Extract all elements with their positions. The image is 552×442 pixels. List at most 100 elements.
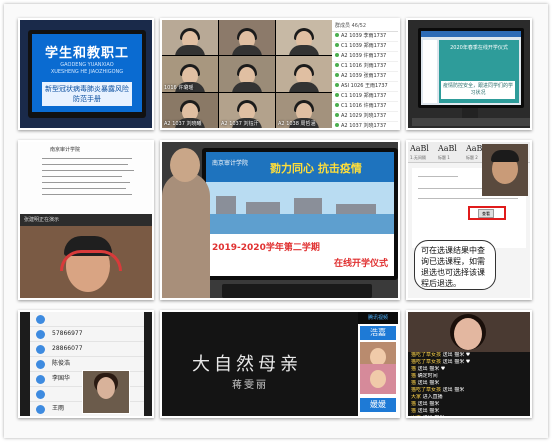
online-status-icon (335, 33, 339, 37)
avatar (36, 390, 45, 399)
participant-video[interactable]: A2 1038 周哲涵 (276, 92, 332, 128)
participant-video[interactable] (276, 56, 332, 92)
roster-item[interactable]: ASI 1026 王雨1737 (332, 82, 398, 92)
avatar (36, 375, 45, 384)
style-sample[interactable]: AaBl (410, 144, 429, 153)
chat-text: 送出 猫米 ♥ (442, 359, 471, 365)
contact-row[interactable]: 57866977 (30, 327, 144, 342)
text-line (42, 170, 134, 171)
roster-item-label: ASI 1026 王雨1737 (341, 83, 388, 89)
participant-video[interactable] (162, 20, 218, 56)
video-grid: 1016 许璐瑶 A2 1037 刘晓曦 A2 1037 刘钰汗 A2 1038 周哲… (162, 20, 332, 128)
keyboard (412, 118, 530, 126)
headphones-icon (60, 250, 122, 271)
roster-item[interactable]: C1 1016 许雨1737 (332, 102, 398, 112)
presenter-label: 张建明正在演示 (24, 217, 60, 223)
participant-caption: A2 1037 刘晓曦 (164, 120, 202, 127)
chat-sender: 猫吃了草女孩 (411, 359, 442, 365)
chat-message: 猫吃了草女孩 送出 猫米 (408, 387, 530, 394)
roster-item[interactable]: C1 1016 刘雨1737 (332, 62, 398, 72)
chat-text: 送出 猫米 (417, 408, 440, 414)
online-status-icon (335, 123, 339, 127)
pinyin-line-1: GAODENG YUANXIAO (60, 62, 114, 68)
tile-video-meeting: 1016 许璐瑶 A2 1037 刘晓曦 A2 1037 刘钰汗 A2 1038 周哲… (160, 18, 400, 130)
online-status-icon (335, 53, 339, 57)
participant-video[interactable] (219, 20, 275, 56)
tile-recitation: 大自然母亲 蒋雯丽 腾讯视频 浩嘉 媛媛 (160, 310, 400, 418)
powerpoint-window: 2020年春季在线开学仪式 疫情防控安全，跟进同学们的学习状况 (421, 31, 521, 105)
roster-item[interactable]: A2 1037 刘晓1737 (332, 122, 398, 128)
participant-video[interactable] (276, 20, 332, 56)
handbook-subtitle: 新型冠状病毒肺炎暴露风险防范手册 (42, 82, 132, 106)
chat-sender: 猫吃了草女孩 (411, 352, 442, 358)
online-status-icon (335, 83, 339, 87)
online-status-icon (335, 73, 339, 77)
presenter-bar: 张建明正在演示 (20, 214, 152, 226)
chat-text: 进入直播 (422, 394, 443, 400)
chat-message: 猫 送出 猫米 (408, 401, 530, 408)
contact-row[interactable] (30, 312, 144, 327)
participant-video[interactable]: A2 1037 刘晓曦 (162, 92, 218, 128)
monitor: 学生和教职工 GAODENG YUANXIAO XUESHENG HE JIAO… (28, 30, 146, 118)
chat-text: 送出 猫米 ♥ (417, 366, 446, 372)
contact-row[interactable]: 28866077 (30, 342, 144, 357)
chat-text: 送出 猫米 ♥ (442, 352, 471, 358)
torso (289, 81, 319, 92)
torso (232, 45, 262, 56)
roster-item-label: C1 1019 郑雨1737 (341, 93, 387, 99)
building (294, 198, 322, 214)
roster-item[interactable]: A2 1039 李雨1737 (332, 32, 398, 42)
text-line (42, 188, 126, 189)
text-line (42, 164, 128, 165)
text-line (42, 194, 132, 195)
roster-item-label: C1 1016 刘雨1737 (341, 63, 387, 69)
contact-name: 王雨 (52, 405, 65, 412)
chat-message: 猫吃了草女孩 送出 猫米 ♥ (408, 359, 530, 366)
style-label: 1.无间隔 (410, 155, 426, 160)
view-button[interactable]: 查看 (478, 209, 494, 218)
online-status-icon (335, 113, 339, 117)
chat-sender: 大家 (411, 394, 422, 400)
tile-phone-contacts: 57866977 28866077 陈俊浩 李国华 王雨 (18, 310, 154, 418)
roster-item-label: C1 1039 郑雨1737 (341, 43, 387, 49)
roster-item[interactable]: A2 1039 张雨1737 (332, 72, 398, 82)
handbook-slide: 学生和教职工 GAODENG YUANXIAO XUESHENG HE JIAO… (32, 34, 142, 112)
roster-item[interactable]: C1 1039 郑雨1737 (332, 42, 398, 52)
poem-author: 蒋雯丽 (232, 380, 268, 391)
monitor: 南京审计学院 勠力同心 抗击疫情 2019-2020学年第二学期 在线开学仪式 (202, 148, 398, 280)
handbook-title: 学生和教职工 (44, 46, 129, 61)
roster-item-label: A2 1029 刘晓1737 (341, 113, 387, 119)
participant-panel: 腾讯视频 浩嘉 媛媛 (358, 312, 398, 416)
chat-sender: 山美 (411, 415, 422, 418)
torso (289, 45, 319, 56)
participant-video[interactable]: 1016 许璐瑶 (162, 56, 218, 92)
style-label: 标题 2 (466, 155, 478, 160)
chat-message: 猫 送出 猫米 (408, 380, 530, 387)
chat-text: 确定时间 (417, 373, 438, 379)
speech-bubble: 可在选课结果中查询已选课程，如需退选也可选择该课程后退选。 (414, 240, 496, 290)
text-line (42, 182, 130, 183)
participant-video[interactable]: A2 1037 刘钰汗 (219, 92, 275, 128)
building (216, 196, 236, 214)
school-logo: 南京审计学院 (212, 160, 249, 167)
video-app-logo: 腾讯视频 (358, 312, 398, 324)
tile-course-selection: AaBl1.无间隔AaBl标题 1AaBbC标题 2AaB标题 查看 可在选课结… (406, 140, 532, 300)
member-roster: 群成员 46/52 A2 1039 李雨1737 C1 1039 郑雨1737 A2… (332, 20, 398, 128)
online-status-icon (335, 103, 339, 107)
participant-caption: A2 1037 刘钰汗 (221, 120, 259, 127)
roster-item[interactable]: C1 1019 郑雨1737 (332, 92, 398, 102)
roster-item-label: C1 1016 许雨1737 (341, 103, 387, 109)
roster-item[interactable]: A2 1029 刘晓1737 (332, 112, 398, 122)
torso (232, 81, 262, 92)
chat-message: 猫 送出 猫米 (408, 408, 530, 415)
online-status-icon (335, 63, 339, 67)
streamer-camera (408, 312, 530, 352)
tile-ppt-monitor: 2020年春季在线开学仪式 疫情防控安全，跟进同学们的学习状况 (406, 18, 532, 130)
roster-item[interactable]: A2 1039 许雨1737 (332, 52, 398, 62)
face (370, 370, 386, 388)
style-sample[interactable]: AaBl (438, 144, 457, 153)
participant-video[interactable] (219, 56, 275, 92)
chat-message: 猫 送出 猫米 ♥ (408, 366, 530, 373)
chat-message: 猫吃了草女孩 送出 猫米 ♥ (408, 352, 530, 359)
tile-live-chat: 猫吃了草女孩 送出 猫米 ♥ 猫吃了草女孩 送出 猫米 ♥ 猫 送出 猫米 ♥ 猫 确… (406, 310, 532, 418)
